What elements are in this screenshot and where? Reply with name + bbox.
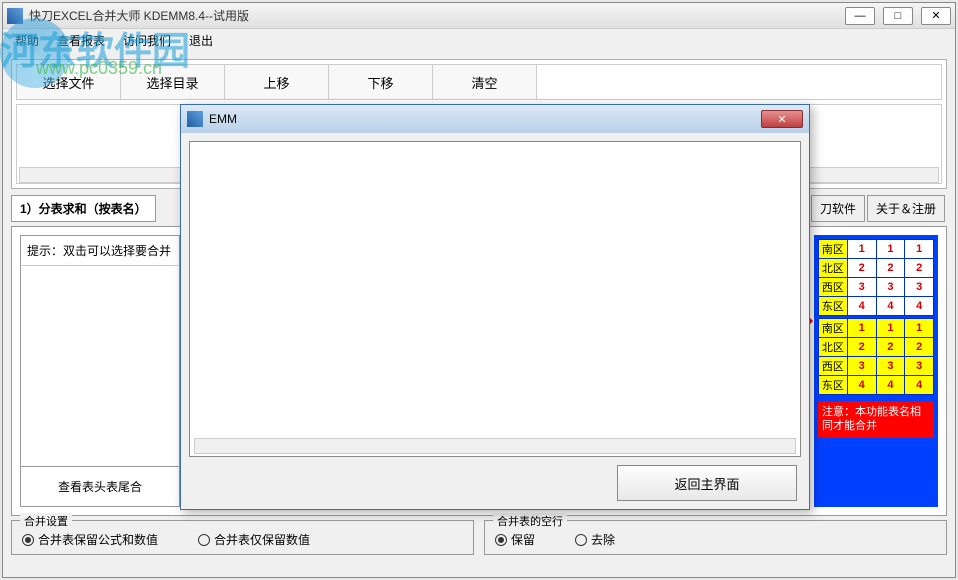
table-row: 南区111 (819, 240, 934, 259)
blank-row-title: 合并表的空行 (493, 513, 567, 529)
select-dir-button[interactable]: 选择目录 (121, 65, 225, 99)
dialog-footer: 返回主界面 (181, 465, 809, 509)
menu-exit[interactable]: 退出 (181, 30, 221, 51)
tab-software[interactable]: 刀软件 (811, 195, 865, 222)
toolbar-spacer (537, 65, 941, 99)
example-panel: ➔ 南区111 北区222 西区333 东区444 南区111 北区222 西区… (814, 235, 938, 507)
move-down-button[interactable]: 下移 (329, 65, 433, 99)
blank-row-group: 合并表的空行 保留 去除 (484, 520, 947, 555)
titlebar[interactable]: 快刀EXCEL合并大师 KDEMM8.4--试用版 — □ ✕ (3, 3, 955, 29)
bottom-settings: 合并设置 合并表保留公式和数值 合并表仅保留数值 合并表的空行 保留 (11, 520, 947, 555)
maximize-button[interactable]: □ (883, 7, 913, 25)
radio-icon (22, 534, 34, 546)
menu-visit[interactable]: 访问我们 (115, 30, 179, 51)
window-title: 快刀EXCEL合并大师 KDEMM8.4--试用版 (29, 7, 845, 24)
table-row: 北区222 (819, 259, 934, 278)
table-row: 北区222 (819, 338, 934, 357)
notice-label: 注意：本功能表名相同才能合并 (818, 401, 934, 438)
dialog-titlebar[interactable]: EMM ✕ (181, 105, 809, 133)
clear-button[interactable]: 清空 (433, 65, 537, 99)
move-up-button[interactable]: 上移 (225, 65, 329, 99)
example-table-2: 南区111 北区222 西区333 东区444 (818, 318, 934, 395)
menubar: 帮助 查看报表 访问我们 退出 (3, 29, 955, 51)
dialog-content[interactable] (189, 141, 801, 457)
menu-report[interactable]: 查看报表 (49, 30, 113, 51)
radio-label: 合并表保留公式和数值 (38, 531, 158, 548)
table-row: 西区333 (819, 278, 934, 297)
radio-label: 去除 (591, 531, 615, 548)
table-row: 东区444 (819, 376, 934, 395)
example-table-1: 南区111 北区222 西区333 东区444 (818, 239, 934, 316)
emm-dialog: EMM ✕ 返回主界面 (180, 104, 810, 510)
radio-keep-formula[interactable]: 合并表保留公式和数值 (22, 531, 158, 548)
back-to-main-button[interactable]: 返回主界面 (617, 465, 797, 501)
radio-label: 保留 (511, 531, 535, 548)
merge-settings-group: 合并设置 合并表保留公式和数值 合并表仅保留数值 (11, 520, 474, 555)
radio-label: 合并表仅保留数值 (214, 531, 310, 548)
dialog-scrollbar[interactable] (194, 438, 796, 454)
tab-sum-by-sheet[interactable]: 1）分表求和（按表名） (11, 195, 156, 222)
window-controls: — □ ✕ (845, 7, 951, 25)
select-file-button[interactable]: 选择文件 (17, 65, 121, 99)
toolbar: 选择文件 选择目录 上移 下移 清空 (16, 64, 942, 100)
table-row: 东区444 (819, 297, 934, 316)
dialog-title: EMM (209, 112, 761, 126)
merge-settings-title: 合并设置 (20, 513, 72, 529)
app-icon (7, 8, 23, 24)
dialog-close-button[interactable]: ✕ (761, 110, 803, 128)
view-header-footer-button[interactable]: 查看表头表尾合 (21, 466, 179, 506)
hint-label: 提示：双击可以选择要合并 (21, 236, 179, 266)
radio-keep-blank[interactable]: 保留 (495, 531, 535, 548)
menu-help[interactable]: 帮助 (7, 30, 47, 51)
tab-about[interactable]: 关于＆注册 (867, 195, 945, 222)
dialog-icon (187, 111, 203, 127)
close-button[interactable]: ✕ (921, 7, 951, 25)
radio-remove-blank[interactable]: 去除 (575, 531, 615, 548)
table-row: 南区111 (819, 319, 934, 338)
radio-icon (198, 534, 210, 546)
sheet-select-list[interactable] (21, 266, 179, 466)
left-panel: 提示：双击可以选择要合并 查看表头表尾合 (20, 235, 180, 507)
table-row: 西区333 (819, 357, 934, 376)
radio-icon (495, 534, 507, 546)
radio-icon (575, 534, 587, 546)
minimize-button[interactable]: — (845, 7, 875, 25)
radio-value-only[interactable]: 合并表仅保留数值 (198, 531, 310, 548)
